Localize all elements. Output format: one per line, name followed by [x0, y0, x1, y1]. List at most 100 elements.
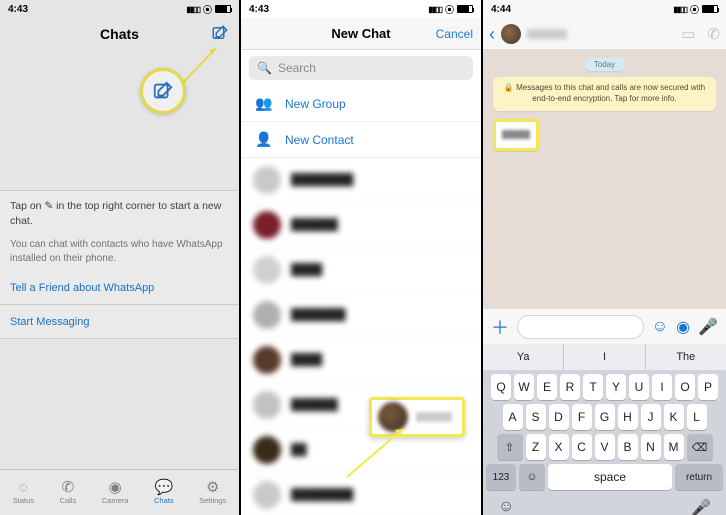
key-s[interactable]: S: [526, 404, 546, 430]
start-messaging-link[interactable]: Start Messaging: [0, 306, 239, 339]
status-icons: [428, 3, 473, 16]
contact-row[interactable]: ██████: [241, 203, 481, 248]
suggestion[interactable]: I: [564, 344, 645, 370]
contact-row[interactable]: ████: [241, 338, 481, 383]
keyboard: Ya I The QWERTYUIOP ASDFGHJKL ⇧ ZXCVBNM …: [483, 344, 726, 515]
contact-row[interactable]: ████: [241, 248, 481, 293]
group-icon: 👥: [255, 95, 273, 112]
key-n[interactable]: N: [641, 434, 661, 460]
phone-icon: ✆: [62, 480, 75, 495]
key-v[interactable]: V: [595, 434, 615, 460]
tab-calls[interactable]: ✆Calls: [60, 480, 77, 505]
add-person-icon: 👤: [255, 131, 273, 148]
key-b[interactable]: B: [618, 434, 638, 460]
new-contact-row[interactable]: 👤 New Contact: [241, 122, 481, 158]
avatar[interactable]: [501, 24, 521, 44]
page-title: New Chat: [331, 26, 390, 41]
shift-key[interactable]: ⇧: [497, 434, 523, 460]
key-k[interactable]: K: [664, 404, 684, 430]
emoji-key[interactable]: ☺: [519, 464, 545, 490]
encryption-notice[interactable]: Messages to this chat and calls are now …: [493, 77, 716, 111]
camera-icon[interactable]: ◉: [676, 317, 690, 337]
key-y[interactable]: Y: [606, 374, 626, 400]
search-input[interactable]: 🔍 Search: [249, 56, 473, 80]
key-e[interactable]: E: [537, 374, 557, 400]
gear-icon: ⚙: [206, 480, 219, 495]
key-row-3: ⇧ ZXCVBNM ⌫: [486, 434, 723, 460]
contact-name[interactable]: [527, 29, 567, 39]
return-key[interactable]: return: [675, 464, 723, 490]
space-key[interactable]: space: [548, 464, 672, 490]
clock: 4:43: [249, 4, 269, 15]
incoming-message[interactable]: [493, 119, 539, 151]
key-row-4: 123 ☺ space return: [486, 464, 723, 490]
hint-text: Tap on ✎ in the top right corner to star…: [10, 199, 229, 228]
key-d[interactable]: D: [549, 404, 569, 430]
emoji-picker-icon[interactable]: ☺: [498, 498, 514, 515]
compose-callout: [140, 68, 186, 114]
tell-a-friend-link[interactable]: Tell a Friend about WhatsApp: [0, 272, 239, 305]
key-r[interactable]: R: [560, 374, 580, 400]
key-c[interactable]: C: [572, 434, 592, 460]
contacts-list: ████████ ██████ ████ ███████ ████ ██████…: [241, 158, 481, 515]
numbers-key[interactable]: 123: [486, 464, 516, 490]
suggestion[interactable]: Ya: [483, 344, 564, 370]
compose-icon[interactable]: [211, 24, 229, 47]
key-g[interactable]: G: [595, 404, 615, 430]
clock: 4:43: [8, 4, 28, 15]
dictation-icon[interactable]: 🎤: [691, 498, 711, 515]
contact-row[interactable]: ███████: [241, 293, 481, 338]
backspace-key[interactable]: ⌫: [687, 434, 713, 460]
key-x[interactable]: X: [549, 434, 569, 460]
attach-icon[interactable]: ＋: [491, 314, 509, 340]
message-input[interactable]: [517, 315, 644, 339]
tab-chats[interactable]: 💬Chats: [154, 480, 174, 505]
key-a[interactable]: A: [503, 404, 523, 430]
back-button[interactable]: ‹: [489, 25, 495, 43]
key-z[interactable]: Z: [526, 434, 546, 460]
date-chip: Today: [585, 58, 625, 71]
sticker-icon[interactable]: ☺: [652, 318, 668, 336]
key-row-1: QWERTYUIOP: [486, 374, 723, 400]
tab-status[interactable]: ◌Status: [13, 480, 34, 505]
hint-subtext: You can chat with contacts who have What…: [10, 238, 229, 266]
mic-icon[interactable]: 🎤: [698, 317, 718, 337]
clock: 4:44: [491, 4, 511, 15]
tab-settings[interactable]: ⚙Settings: [199, 480, 226, 505]
cancel-button[interactable]: Cancel: [436, 27, 473, 41]
key-j[interactable]: J: [641, 404, 661, 430]
navbar: ‹ ▭ ✆: [483, 18, 726, 50]
key-l[interactable]: L: [687, 404, 707, 430]
chats-icon: 💬: [154, 480, 173, 495]
key-p[interactable]: P: [698, 374, 718, 400]
key-h[interactable]: H: [618, 404, 638, 430]
camera-icon: ◉: [109, 480, 122, 495]
key-w[interactable]: W: [514, 374, 534, 400]
status-bar: 4:43: [0, 0, 239, 18]
avatar: [378, 402, 408, 432]
key-i[interactable]: I: [652, 374, 672, 400]
keyboard-footer: ☺ 🎤: [486, 494, 723, 515]
page-title: Chats: [100, 26, 139, 42]
video-call-icon[interactable]: ▭: [681, 25, 695, 43]
key-q[interactable]: Q: [491, 374, 511, 400]
chat-body: Today Messages to this chat and calls ar…: [483, 50, 726, 308]
selected-contact-callout: [369, 397, 465, 437]
status-bar: 4:43: [241, 0, 481, 18]
key-o[interactable]: O: [675, 374, 695, 400]
contact-row[interactable]: ████████: [241, 473, 481, 515]
panel-chats: 4:43 Chats Tap on ✎ in the top right cor…: [0, 0, 241, 515]
contact-row[interactable]: ████████: [241, 158, 481, 203]
message-input-bar: ＋ ☺ ◉ 🎤: [483, 308, 726, 344]
voice-call-icon[interactable]: ✆: [707, 25, 720, 43]
status-bar: 4:44: [483, 0, 726, 18]
key-u[interactable]: U: [629, 374, 649, 400]
key-t[interactable]: T: [583, 374, 603, 400]
new-group-row[interactable]: 👥 New Group: [241, 86, 481, 122]
key-f[interactable]: F: [572, 404, 592, 430]
tab-camera[interactable]: ◉Camera: [102, 480, 129, 505]
search-placeholder: Search: [278, 61, 316, 75]
suggestion[interactable]: The: [646, 344, 726, 370]
key-row-2: ASDFGHJKL: [486, 404, 723, 430]
key-m[interactable]: M: [664, 434, 684, 460]
